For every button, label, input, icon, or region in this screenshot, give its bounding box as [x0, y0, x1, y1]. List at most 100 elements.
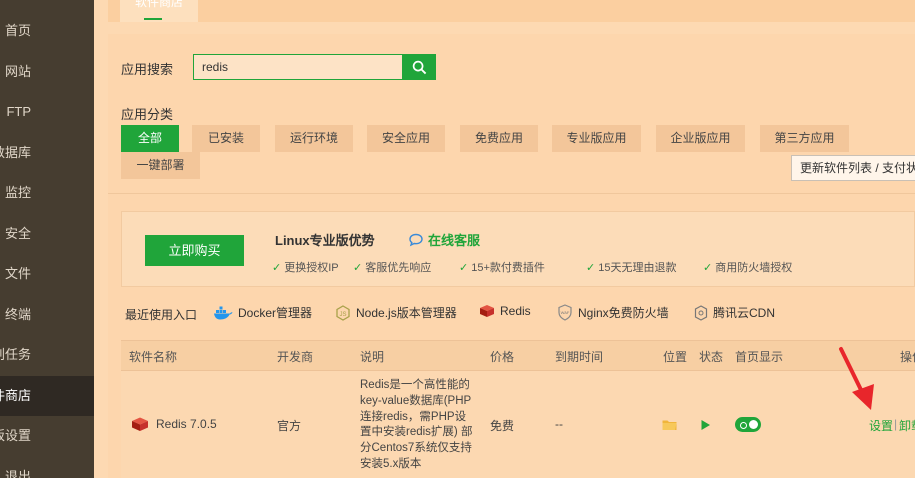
tab-software-store[interactable]: 软件商店 — [120, 0, 198, 22]
table-header — [121, 340, 915, 371]
category-one-click[interactable]: 一键部署 — [121, 152, 200, 179]
redis-icon — [132, 417, 148, 431]
col-name[interactable]: 软件名称 — [129, 348, 177, 365]
nodejs-icon: JS — [336, 304, 350, 321]
svg-text:JS: JS — [339, 312, 346, 318]
docker-icon — [214, 306, 233, 319]
sidebar-item-software-store[interactable]: 软件商店 — [0, 376, 94, 416]
tencent-cdn-icon — [694, 304, 708, 321]
promo-title: Linux专业版优势 — [275, 233, 375, 248]
search-input[interactable] — [193, 54, 403, 80]
category-third-party[interactable]: 第三方应用 — [760, 125, 849, 152]
redis-icon — [480, 305, 494, 317]
feature-label: 更换授权IP — [284, 262, 339, 274]
divider — [108, 193, 915, 194]
folder-icon[interactable] — [662, 419, 677, 431]
online-service-label: 在线客服 — [428, 233, 481, 248]
software-name[interactable]: Redis 7.0.5 — [156, 417, 217, 431]
sidebar-item-label: 面板设置 — [0, 428, 31, 443]
recent-item-label: Node.js版本管理器 — [356, 306, 457, 320]
feature-label: 商用防火墙授权 — [715, 262, 793, 274]
software-expire: -- — [555, 417, 563, 431]
search-label: 应用搜索 — [121, 62, 174, 77]
recent-item-label: 腾讯云CDN — [713, 306, 775, 320]
feature-item: ✓ 更换授权IP — [272, 259, 339, 275]
sidebar-item-ftp[interactable]: FTP — [0, 92, 94, 132]
search-icon — [412, 60, 426, 74]
uninstall-link[interactable]: 卸载 — [899, 417, 915, 434]
sidebar-item-label: 计划任务 — [0, 347, 31, 362]
feature-label: 客服优先响应 — [365, 262, 432, 274]
sidebar-item-database[interactable]: 数据库 — [0, 133, 94, 173]
update-list-button[interactable]: 更新软件列表 / 支付状态 — [791, 155, 915, 181]
chat-icon — [409, 233, 423, 246]
tab-strip: 软件商店 — [108, 0, 915, 22]
settings-link[interactable]: 设置 — [869, 417, 893, 434]
feature-label: 15+款付费插件 — [471, 262, 545, 274]
category-label: 应用分类 — [121, 107, 174, 122]
recent-item-docker[interactable]: Docker管理器 — [213, 304, 312, 321]
software-vendor: 官方 — [277, 419, 302, 433]
sidebar-item-label: 终端 — [4, 307, 31, 322]
sidebar-item-label: 安全 — [4, 226, 31, 241]
online-service-link[interactable]: 在线客服 — [408, 230, 480, 249]
recent-item-redis[interactable]: Redis — [479, 304, 531, 318]
recent-item-nodejs[interactable]: JS Node.js版本管理器 — [335, 304, 457, 321]
category-enterprise[interactable]: 企业版应用 — [656, 125, 745, 152]
home-display-toggle[interactable] — [735, 417, 761, 432]
sidebar-item-files[interactable]: 文件 — [0, 254, 94, 294]
sidebar-item-label: 首页 — [4, 23, 31, 38]
check-icon: ✓ — [353, 262, 363, 274]
buy-now-button[interactable]: 立即购买 — [145, 235, 244, 266]
check-icon: ✓ — [703, 262, 713, 274]
category-free[interactable]: 免费应用 — [460, 125, 538, 152]
col-location: 位置 — [663, 350, 688, 364]
recent-label: 最近使用入口 — [125, 308, 198, 322]
col-expire: 到期时间 — [555, 350, 604, 364]
sidebar-item-terminal[interactable]: 终端 — [0, 295, 94, 335]
sidebar-item-label: 文件 — [4, 266, 31, 281]
sidebar-item-label: 数据库 — [0, 145, 31, 160]
recent-item-tencent-cdn[interactable]: 腾讯云CDN — [694, 304, 775, 321]
col-home-display: 首页显示 — [735, 350, 784, 364]
check-icon: ✓ — [586, 262, 596, 274]
category-security[interactable]: 安全应用 — [367, 125, 445, 152]
feature-item: ✓ 商用防火墙授权 — [703, 259, 792, 275]
recent-item-label: Nginx免费防火墙 — [578, 306, 669, 320]
play-icon[interactable] — [700, 419, 711, 431]
ops-separator: | — [894, 417, 898, 431]
search-button[interactable] — [402, 54, 436, 80]
category-installed[interactable]: 已安装 — [192, 125, 260, 152]
waf-icon: WAF — [558, 304, 572, 321]
feature-item: ✓ 客服优先响应 — [353, 259, 431, 275]
feature-item: ✓ 15天无理由退款 — [586, 259, 676, 275]
software-description: Redis是一个高性能的key-value数据库(PHP连接redis，需PHP… — [360, 379, 473, 470]
feature-label: 15天无理由退款 — [598, 262, 677, 274]
category-pro[interactable]: 专业版应用 — [552, 125, 641, 152]
sidebar-item-home[interactable]: 首页 — [0, 11, 94, 51]
tab-label: 软件商店 — [134, 0, 183, 9]
check-icon: ✓ — [459, 262, 469, 274]
sidebar-item-security[interactable]: 安全 — [0, 214, 94, 254]
sidebar-item-monitor[interactable]: 监控 — [0, 173, 94, 213]
sidebar-item-panel-settings[interactable]: 面板设置 — [0, 416, 94, 456]
sidebar-item-label: 软件商店 — [0, 388, 31, 403]
sidebar-item-label: 网站 — [4, 64, 31, 79]
svg-text:WAF: WAF — [561, 310, 570, 315]
col-desc: 说明 — [360, 350, 385, 364]
col-price[interactable]: 价格 — [490, 348, 514, 365]
category-all[interactable]: 全部 — [121, 125, 179, 152]
recent-item-label: Docker管理器 — [238, 306, 313, 320]
table-row — [121, 371, 915, 478]
check-icon: ✓ — [272, 262, 282, 274]
sidebar-item-logout[interactable]: 退出 — [0, 457, 94, 478]
software-price: 免费 — [490, 419, 515, 433]
sidebar-item-website[interactable]: 网站 — [0, 52, 94, 92]
sidebar-item-cron[interactable]: 计划任务 — [0, 335, 94, 375]
recent-item-label: Redis — [500, 304, 531, 318]
recent-item-waf[interactable]: WAF Nginx免费防火墙 — [557, 304, 669, 321]
category-runtime[interactable]: 运行环境 — [275, 125, 353, 152]
sidebar: 首页 网站 FTP 数据库 监控 安全 文件 终端 计划任务 软件商店 面板设置… — [0, 0, 94, 478]
sidebar-item-label: 退出 — [4, 469, 31, 478]
red-arrow-annotation — [839, 347, 874, 410]
